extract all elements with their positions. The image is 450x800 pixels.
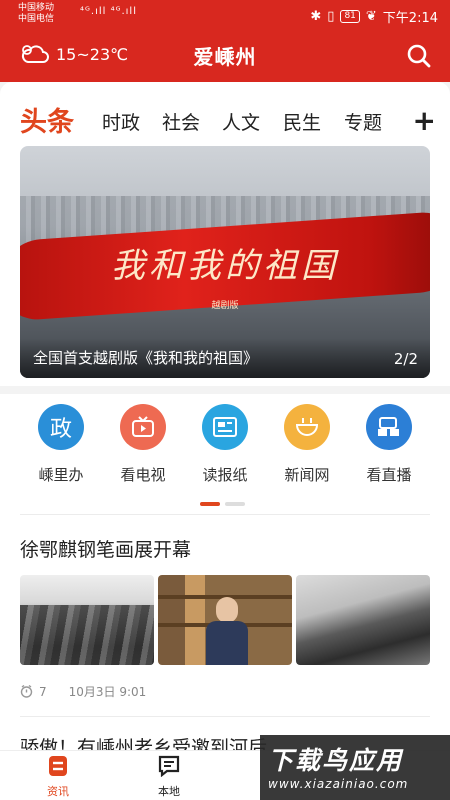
banner-caption: 全国首支越剧版《我和我的祖国》	[33, 349, 259, 367]
quick-link-tv[interactable]: 看电视	[103, 404, 183, 485]
tab-society[interactable]: 社会	[162, 108, 200, 135]
carrier-1: 中国移动	[18, 3, 55, 13]
banner-caption-bg: 全国首支越剧版《我和我的祖国》 2/2	[20, 338, 430, 378]
app-header: 15~23℃ 爱嵊州	[0, 35, 450, 79]
artist-figure	[206, 597, 248, 665]
tab-livelihood[interactable]: 民生	[283, 108, 321, 135]
app-title: 爱嵊州	[193, 45, 257, 69]
tab-headlines[interactable]: 头条	[20, 100, 74, 139]
category-tabs: 头条 时政 社会 人文 民生 专题 +	[0, 100, 450, 140]
views-count: 7	[39, 684, 47, 699]
chat-icon	[158, 755, 180, 778]
add-tab-button[interactable]: +	[413, 104, 436, 137]
news-meta: 7 10月3日 9:01	[20, 683, 146, 700]
bluetooth-icon: ✱	[310, 9, 322, 24]
signal-icon: ⁴ᴳ.ıll ⁴ᴳ.ıll	[80, 6, 137, 17]
quick-link-label: 看电视	[120, 466, 166, 484]
tab-culture[interactable]: 人文	[222, 108, 260, 135]
newspaper-glyph	[213, 417, 237, 437]
next-news-title[interactable]: 骄傲！有嵊州老乡受邀到河后	[20, 733, 280, 750]
quick-link-news-web[interactable]: 新闻网	[267, 404, 347, 485]
banner-art-text: 我和我的祖国	[111, 246, 339, 286]
views-icon	[20, 685, 33, 698]
banner-pager: 2/2	[393, 350, 418, 368]
thumbnail-artist-photo[interactable]	[158, 575, 292, 665]
page-dot	[225, 502, 245, 506]
tab-special[interactable]: 专题	[344, 108, 382, 135]
banner-carousel[interactable]: 我和我的祖国 越剧版 全国首支越剧版《我和我的祖国》 2/2	[20, 146, 430, 378]
carrier-info: 中国移动 中国电信	[18, 3, 54, 25]
tv-glyph	[132, 416, 154, 437]
quick-link-live[interactable]: 看直播	[349, 404, 429, 485]
page-indicator	[200, 502, 250, 506]
tv-icon	[120, 404, 166, 450]
quick-link-label: 嵊里办	[38, 466, 84, 484]
thumbnail-painting-2[interactable]	[296, 575, 430, 665]
tab-local-label: 本地	[158, 785, 180, 798]
site-watermark: 下载鸟应用 www.xiazainiao.com	[260, 735, 450, 800]
battery-icon: 81	[340, 10, 360, 23]
separator	[20, 716, 430, 717]
news-date: 10月3日 9:01	[68, 685, 147, 699]
quick-link-government[interactable]: 政 嵊里办	[21, 404, 101, 485]
vibrate-icon: ▯	[327, 9, 335, 24]
bowl-glyph	[295, 418, 319, 436]
newspaper-icon	[202, 404, 248, 450]
clock-time: 下午2:14	[382, 11, 438, 26]
news-tab-icon	[49, 756, 67, 776]
artist-head	[216, 597, 238, 623]
quick-link-label: 新闻网	[284, 466, 330, 484]
section-divider	[0, 386, 450, 394]
tab-local[interactable]: 本地	[139, 755, 199, 799]
banner-art-sub: 越剧版	[211, 301, 239, 311]
status-right: ✱ ▯ 81 ❦ 下午2:14	[310, 7, 438, 26]
live-glyph	[378, 417, 399, 436]
news-title[interactable]: 徐鄂麒钢笔画展开幕	[20, 535, 191, 562]
quick-link-label: 读报纸	[202, 466, 248, 484]
quick-link-label: 看直播	[366, 466, 412, 484]
tab-news-label: 资讯	[47, 785, 69, 798]
news-thumbnails[interactable]	[20, 575, 430, 665]
government-icon: 政	[38, 404, 84, 450]
quick-link-newspaper[interactable]: 读报纸	[185, 404, 265, 485]
live-icon	[366, 404, 412, 450]
page-dot-active	[200, 502, 220, 506]
quick-links: 政 嵊里办 看电视 读报纸 新闻网 看直播	[0, 404, 450, 494]
artist-body	[206, 621, 248, 665]
tab-politics[interactable]: 时政	[102, 108, 140, 135]
content-area: 头条 时政 社会 人文 民生 专题 + 我和我的祖国 越剧版 全国首支越剧版《我…	[0, 82, 450, 750]
status-bar: 中国移动 中国电信 ⁴ᴳ.ıll ⁴ᴳ.ıll ✱ ▯ 81 ❦ 下午2:14	[0, 0, 450, 30]
tab-news[interactable]: 资讯	[28, 755, 88, 799]
watermark-title: 下载鸟应用	[268, 746, 404, 775]
ink-peaks	[20, 605, 154, 665]
separator	[20, 514, 430, 515]
carrier-2: 中国电信	[18, 14, 55, 24]
top-bar: 中国移动 中国电信 ⁴ᴳ.ıll ⁴ᴳ.ıll ✱ ▯ 81 ❦ 下午2:14 …	[0, 0, 450, 82]
thumbnail-painting-1[interactable]	[20, 575, 154, 665]
leaf-icon: ❦	[365, 9, 377, 24]
bowl-icon	[284, 404, 330, 450]
search-icon[interactable]	[406, 43, 432, 69]
watermark-url: www.xiazainiao.com	[268, 777, 409, 791]
